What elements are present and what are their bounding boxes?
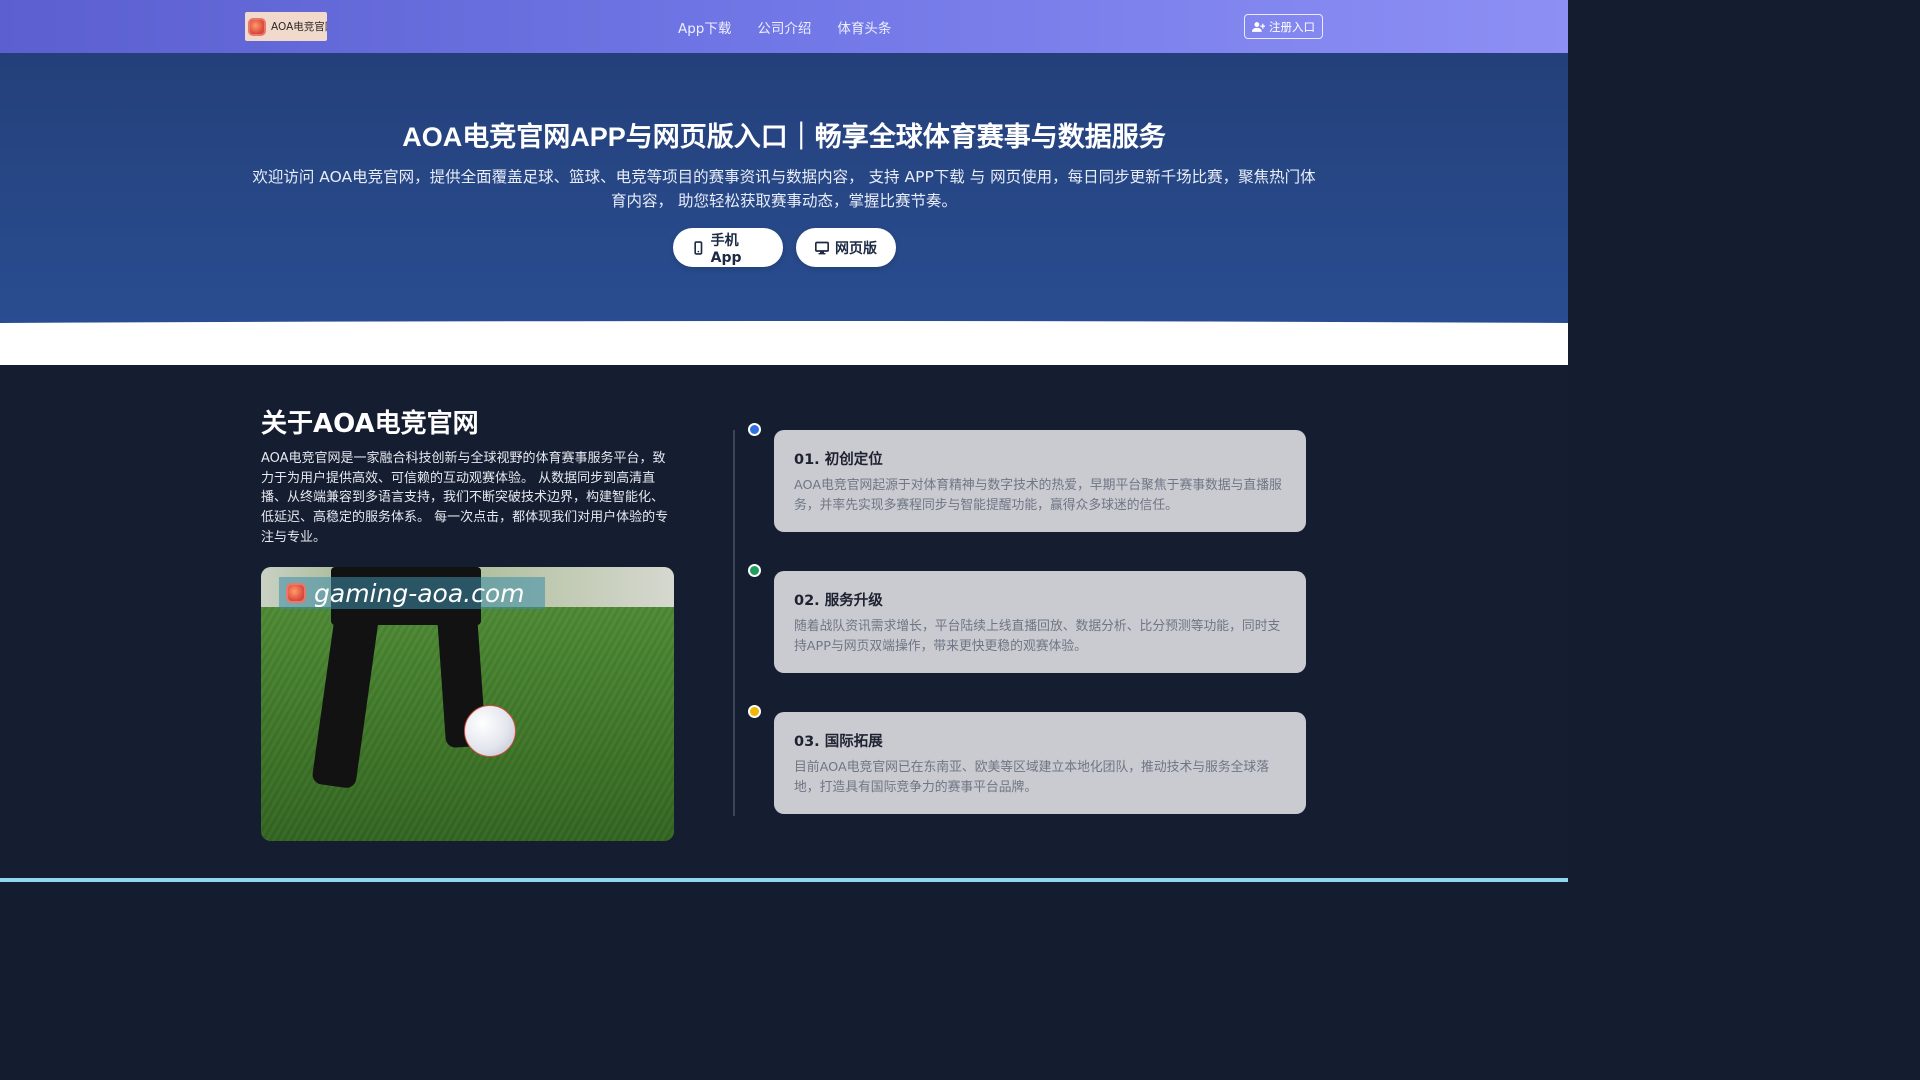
mobile-app-label: 手机App (710, 232, 742, 266)
bottom-accent-strip (0, 878, 1568, 882)
logo-text: AOA电竞官网 (271, 21, 327, 33)
about-text: AOA电竞官网是一家融合科技创新与全球视野的体育赛事服务平台，致力于为用户提供高… (261, 451, 669, 545)
nav-link-app-download[interactable]: App下载 (678, 17, 731, 37)
hero-section: AOA电竞官网APP与网页版入口｜畅享全球体育赛事与数据服务 欢迎访问 AOA电… (0, 53, 1568, 365)
image-watermark: gaming-aoa.com (279, 577, 545, 609)
hero-buttons: 手机App 网页版 (673, 228, 896, 267)
football (464, 705, 516, 757)
timeline-dot-1 (748, 423, 761, 436)
timeline-dot-2 (748, 564, 761, 577)
hero-title: AOA电竞官网APP与网页版入口｜畅享全球体育赛事与数据服务 (402, 122, 1166, 152)
timeline-card-text: 目前AOA电竞官网已在东南亚、欧美等区域建立本地化团队，推动技术与服务全球落地，… (794, 760, 1270, 795)
watermark-text: gaming-aoa.com (314, 578, 525, 608)
nav-link-sports-headlines[interactable]: 体育头条 (837, 17, 891, 37)
user-plus-icon (1252, 21, 1265, 32)
timeline-card-title: 02. 服务升级 (794, 593, 883, 609)
logo-icon (248, 17, 266, 36)
web-version-button[interactable]: 网页版 (796, 228, 896, 267)
hero-description: 欢迎访问 AOA电竞官网，提供全面覆盖足球、篮球、电竞等项目的赛事资讯与数据内容… (252, 168, 1316, 210)
hero-wave-divider (0, 321, 1568, 365)
about-section: 关于AOA电竞官网 AOA电竞官网是一家融合科技创新与全球视野的体育赛事服务平台… (0, 365, 1568, 882)
mobile-app-button[interactable]: 手机App (673, 228, 783, 267)
site-logo[interactable]: AOA电竞官网 (245, 12, 327, 41)
football-photo: gaming-aoa.com (261, 567, 674, 841)
timeline-card-title: 03. 国际拓展 (794, 734, 883, 750)
timeline-card-text: 随着战队资讯需求增长，平台陆续上线直播回放、数据分析、比分预测等功能，同时支持A… (794, 619, 1281, 654)
timeline-card-text: AOA电竞官网起源于对体育精神与数字技术的热爱，早期平台聚焦于赛事数据与直播服务… (794, 478, 1282, 513)
top-navbar: AOA电竞官网 App下载 公司介绍 体育头条 注册入口 (0, 0, 1568, 53)
timeline-line (733, 430, 735, 816)
web-version-label: 网页版 (835, 240, 877, 257)
mobile-phone-icon (694, 240, 703, 255)
timeline-dot-3 (748, 705, 761, 718)
timeline-card-1: 01. 初创定位 AOA电竞官网起源于对体育精神与数字技术的热爱，早期平台聚焦于… (774, 430, 1306, 532)
nav-links: App下载 公司介绍 体育头条 (678, 17, 891, 37)
watermark-logo-icon (286, 583, 306, 603)
register-button[interactable]: 注册入口 (1244, 14, 1323, 39)
about-title: 关于AOA电竞官网 (261, 409, 479, 439)
timeline-card-title: 01. 初创定位 (794, 452, 883, 468)
timeline-card-3: 03. 国际拓展 目前AOA电竞官网已在东南亚、欧美等区域建立本地化团队，推动技… (774, 712, 1306, 814)
timeline-card-2: 02. 服务升级 随着战队资讯需求增长，平台陆续上线直播回放、数据分析、比分预测… (774, 571, 1306, 673)
register-label: 注册入口 (1269, 19, 1315, 34)
desktop-monitor-icon (815, 241, 829, 254)
nav-link-company-intro[interactable]: 公司介绍 (757, 17, 811, 37)
